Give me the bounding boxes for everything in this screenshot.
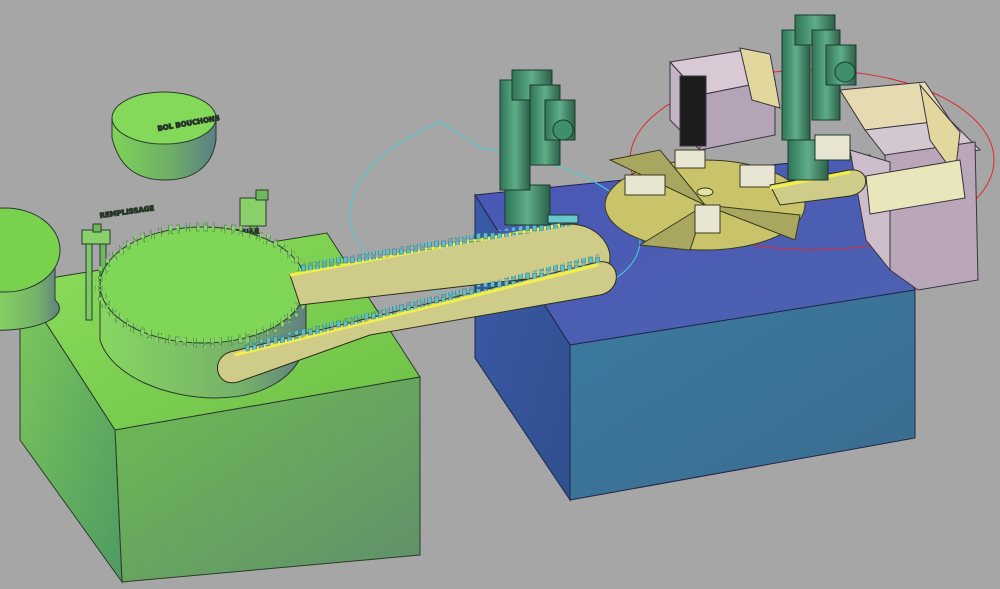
packing-turntable <box>604 149 806 251</box>
rotary-table <box>95 222 311 399</box>
cad-scene: BOL BOUCHONS REMPLISSAGE FERMETURE <box>0 14 995 584</box>
filling-label: REMPLISSAGE <box>99 204 155 220</box>
left-drum <box>0 207 61 331</box>
cap-bowl: BOL BOUCHONS <box>111 91 221 181</box>
box-station-back <box>669 47 781 152</box>
